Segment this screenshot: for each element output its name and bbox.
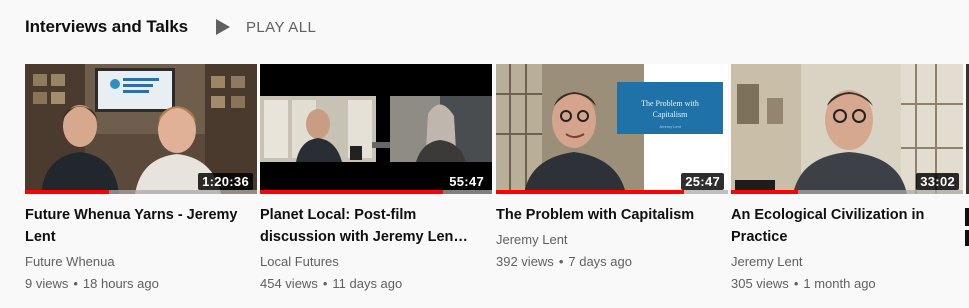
video-stats: 454 views • 11 days ago (260, 276, 492, 292)
upload-age: 1 month ago (803, 276, 876, 291)
watch-progress-fill (260, 190, 444, 194)
video-shelf: Interviews and Talks PLAY ALL 1:20:36 Fu… (0, 0, 969, 308)
watch-progress-bar (496, 190, 728, 194)
play-all-label: PLAY ALL (246, 18, 317, 36)
watch-progress-bar (260, 190, 492, 194)
channel-name[interactable]: Local Futures (260, 254, 492, 270)
video-thumbnail[interactable]: 33:02 (731, 64, 963, 194)
video-thumbnail[interactable]: 55:47 (260, 64, 492, 194)
channel-name[interactable]: Future Whenua (25, 254, 257, 270)
play-icon (216, 19, 230, 35)
separator-dot: • (793, 276, 799, 291)
video-card[interactable]: 33:02 An Ecological Civilization in Prac… (731, 64, 963, 292)
video-card[interactable]: The Problem with Capitalism Jeremy Lent … (496, 64, 728, 270)
video-duration: 55:47 (445, 173, 488, 190)
play-all-button[interactable]: PLAY ALL (216, 14, 316, 40)
view-count: 9 views (25, 276, 69, 291)
watch-progress-fill (731, 190, 799, 194)
shelf-title[interactable]: Interviews and Talks (25, 17, 188, 37)
view-count: 305 views (731, 276, 789, 291)
video-duration: 33:02 (916, 173, 959, 190)
video-card[interactable]: 55:47 Planet Local: Post-film discussion… (260, 64, 492, 292)
video-title[interactable]: The Problem with Capitalism (496, 204, 728, 226)
video-stats: 392 views • 7 days ago (496, 254, 728, 270)
shelf-header: Interviews and Talks (25, 14, 188, 40)
channel-name[interactable]: Jeremy Lent (496, 232, 728, 248)
view-count: 392 views (496, 254, 554, 269)
upload-age: 7 days ago (568, 254, 632, 269)
next-video-title-partial (965, 208, 969, 226)
video-stats: 305 views • 1 month ago (731, 276, 963, 292)
upload-age: 11 days ago (332, 276, 403, 291)
watch-progress-bar (731, 190, 963, 194)
video-title[interactable]: Planet Local: Post-film discussion with … (260, 204, 492, 248)
watch-progress-bar (25, 190, 257, 194)
video-thumbnail[interactable]: 1:20:36 (25, 64, 257, 194)
separator-dot: • (322, 276, 328, 291)
video-card[interactable]: 1:20:36 Future Whenua Yarns - Jeremy Len… (25, 64, 257, 292)
slide-title-line-1: The Problem with (641, 99, 699, 108)
video-title[interactable]: An Ecological Civilization in Practice (731, 204, 963, 248)
slide-title-line-2: Capitalism (653, 110, 688, 119)
separator-dot: • (73, 276, 78, 291)
watch-progress-fill (496, 190, 684, 194)
channel-name[interactable]: Jeremy Lent (731, 254, 963, 270)
video-title[interactable]: Future Whenua Yarns - Jeremy Lent (25, 204, 257, 248)
video-stats: 9 views • 18 hours ago (25, 276, 257, 292)
next-video-title-partial-line2 (965, 230, 969, 246)
watch-progress-fill (25, 190, 109, 194)
slide-subtitle: Jeremy Lent (659, 124, 682, 129)
view-count: 454 views (260, 276, 318, 291)
upload-age: 18 hours ago (82, 276, 159, 291)
separator-dot: • (558, 254, 564, 269)
video-duration: 1:20:36 (198, 173, 253, 190)
video-thumbnail[interactable]: The Problem with Capitalism Jeremy Lent … (496, 64, 728, 194)
video-duration: 25:47 (681, 173, 724, 190)
